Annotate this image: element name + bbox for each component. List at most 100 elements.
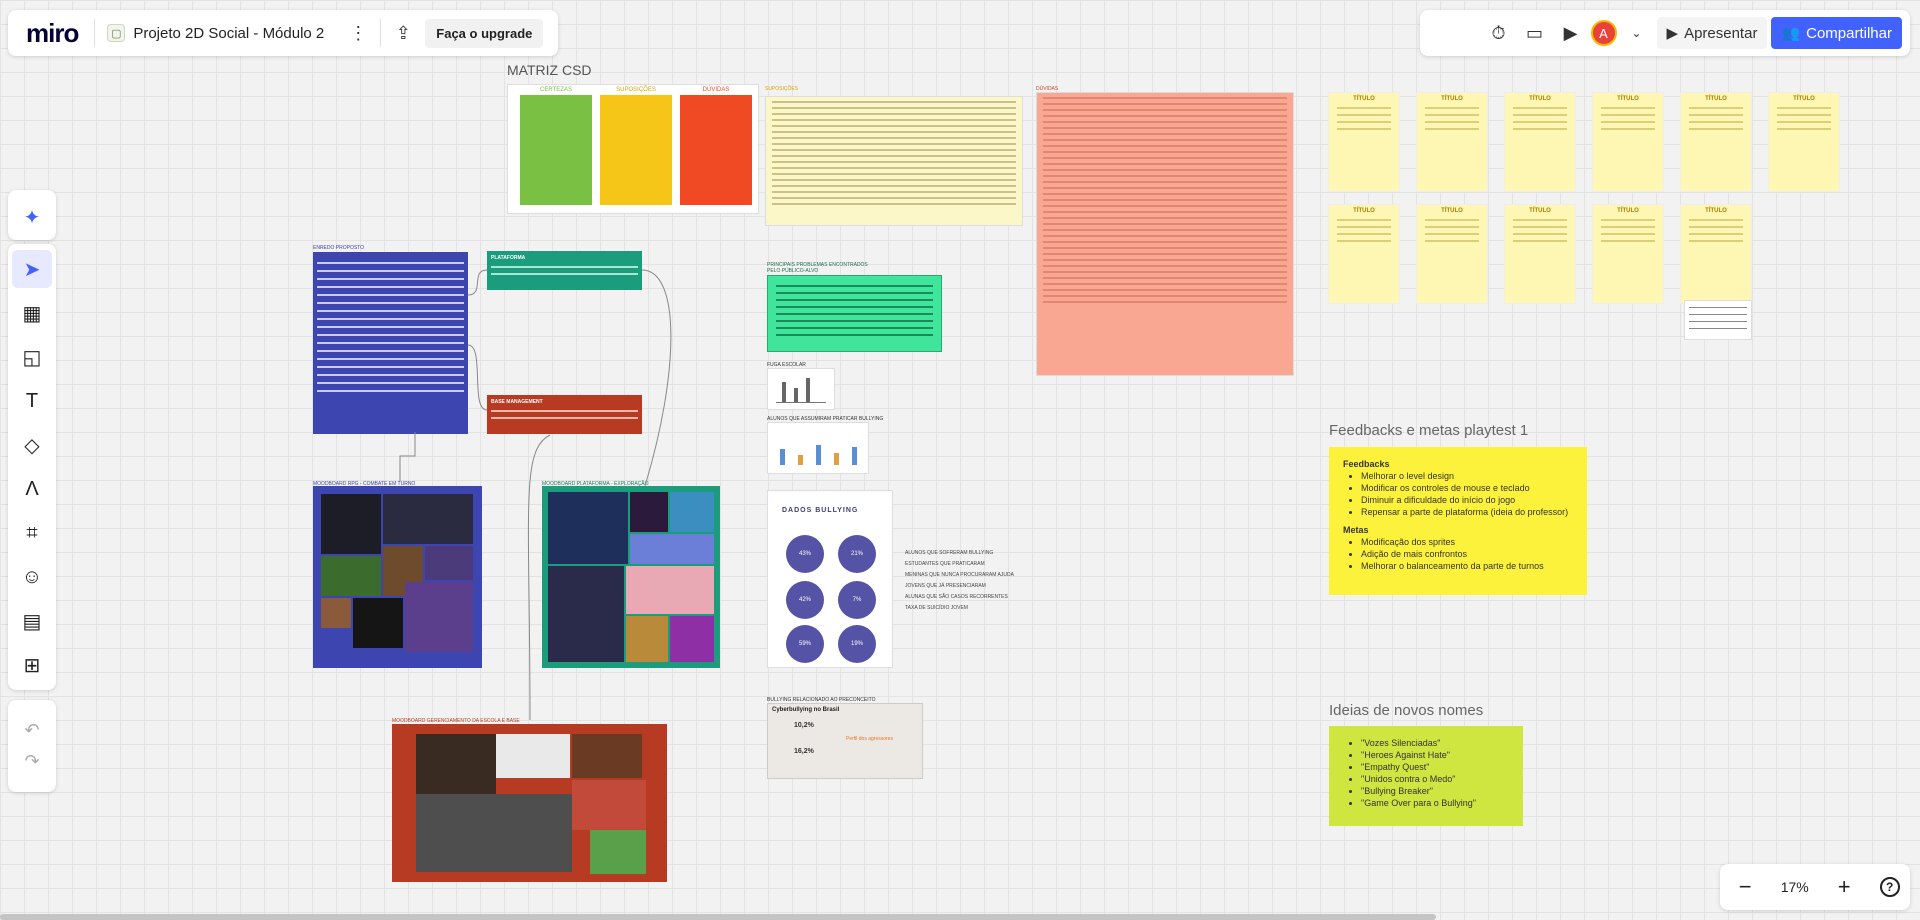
base-moodboard-frame[interactable] bbox=[392, 724, 667, 882]
stickers-icon[interactable]: ☺ bbox=[12, 558, 52, 596]
title-card[interactable]: TÍTULO bbox=[1328, 204, 1400, 304]
cyber-subtitle: Perfil dos agressores bbox=[846, 736, 893, 742]
metas-list: Modificação dos sprites Adição de mais c… bbox=[1361, 537, 1573, 571]
zoom-in-button[interactable]: + bbox=[1829, 874, 1859, 900]
dados-bullying-title: DADOS BULLYING bbox=[782, 507, 859, 514]
ai-sparkle-icon[interactable]: ✦ bbox=[12, 198, 52, 236]
csd-duvidas-column[interactable]: DÚVIDAS bbox=[680, 87, 752, 205]
bullying-legend-item: MENINAS QUE NUNCA PROCURARAM AJUDA bbox=[905, 572, 1014, 578]
title-card-heading: TÍTULO bbox=[1617, 208, 1639, 214]
chevron-down-icon[interactable]: ⌄ bbox=[1621, 17, 1653, 49]
upgrade-button[interactable]: Faça o upgrade bbox=[425, 18, 544, 48]
csd-matrix-frame[interactable]: CERTEZAS SUPOSIÇÕES DÚVIDAS bbox=[507, 84, 759, 214]
cyberbullying-card[interactable]: Cyberbullying no Brasil 10,2% 16,2% Perf… bbox=[767, 703, 923, 779]
pen-icon[interactable]: Λ bbox=[12, 470, 52, 508]
csd-frame-title: MATRIZ CSD bbox=[507, 62, 592, 78]
title-card[interactable]: TÍTULO bbox=[1680, 204, 1752, 304]
title-card-heading: TÍTULO bbox=[1353, 208, 1375, 214]
alunos-bullying-chart[interactable] bbox=[767, 422, 869, 474]
feedback-section-title: Feedbacks e metas playtest 1 bbox=[1329, 422, 1529, 439]
video-camera-icon[interactable]: ▶ bbox=[1555, 17, 1587, 49]
templates-icon[interactable]: ▦ bbox=[12, 294, 52, 332]
presentation-icon[interactable]: ▭ bbox=[1519, 17, 1551, 49]
list-item: Melhorar o level design bbox=[1361, 471, 1573, 481]
zoom-level[interactable]: 17% bbox=[1781, 879, 1809, 895]
reactions-icon[interactable]: ⏱ bbox=[1483, 17, 1515, 49]
metas-heading: Metas bbox=[1343, 525, 1369, 535]
feedback-sticky-note[interactable]: Feedbacks Melhorar o level design Modifi… bbox=[1329, 447, 1587, 595]
title-card-heading: TÍTULO bbox=[1793, 96, 1815, 102]
title-card-heading: TÍTULO bbox=[1441, 208, 1463, 214]
bullying-legend-item: TAXA DE SUICÍDIO JOVEM bbox=[905, 605, 968, 611]
cyber-title: Cyberbullying no Brasil bbox=[772, 707, 840, 713]
title-card[interactable]: TÍTULO bbox=[1592, 204, 1664, 304]
frame-icon[interactable]: ⌗ bbox=[12, 514, 52, 552]
fuga-escolar-chart[interactable] bbox=[767, 368, 835, 410]
shapes-icon[interactable]: ◇ bbox=[12, 426, 52, 464]
left-toolbar: ✦ bbox=[8, 190, 56, 240]
horizontal-scrollbar[interactable] bbox=[0, 914, 1436, 920]
title-card[interactable]: TÍTULO bbox=[1680, 92, 1752, 192]
names-sticky-note[interactable]: "Vozes Silenciadas" "Heroes Against Hate… bbox=[1329, 726, 1523, 826]
bullying-legend-item: ALUNAS QUE SÃO CASOS RECORRENTES bbox=[905, 594, 1008, 600]
miro-logo[interactable]: miro bbox=[16, 18, 88, 49]
small-table-sheet[interactable] bbox=[1684, 300, 1752, 340]
help-icon[interactable]: ? bbox=[1879, 877, 1900, 897]
title-card[interactable]: TÍTULO bbox=[1504, 204, 1576, 304]
dados-bullying-card[interactable]: DADOS BULLYING 43% 21% 42% 7% 59% 19% bbox=[767, 490, 893, 668]
list-item: Modificação dos sprites bbox=[1361, 537, 1573, 547]
title-card[interactable]: TÍTULO bbox=[1592, 92, 1664, 192]
list-item: "Heroes Against Hate" bbox=[1361, 750, 1509, 760]
list-item: Modificar os controles de mouse e teclad… bbox=[1361, 483, 1573, 493]
title-card-heading: TÍTULO bbox=[1441, 96, 1463, 102]
present-button[interactable]: ▶ Apresentar bbox=[1656, 17, 1768, 49]
title-card-heading: TÍTULO bbox=[1529, 96, 1551, 102]
sticky-note-icon[interactable]: ◱ bbox=[12, 338, 52, 376]
text-tool-icon[interactable]: T bbox=[12, 382, 52, 420]
connector-lines[interactable] bbox=[300, 250, 700, 730]
list-item: "Unidos contra o Medo" bbox=[1361, 774, 1509, 784]
board-icon: ▢ bbox=[107, 24, 126, 42]
tools-toolbar: ➤ ▦ ◱ T ◇ Λ ⌗ ☺ ▤ ⊞ bbox=[8, 244, 56, 690]
list-item: "Game Over para o Bullying" bbox=[1361, 798, 1509, 808]
present-label: Apresentar bbox=[1684, 24, 1758, 42]
csd-certezas-column[interactable]: CERTEZAS bbox=[520, 87, 592, 205]
list-item: "Empathy Quest" bbox=[1361, 762, 1509, 772]
undo-icon[interactable]: ↶ bbox=[24, 720, 39, 741]
title-card-heading: TÍTULO bbox=[1529, 208, 1551, 214]
share-button[interactable]: 👥 Compartilhar bbox=[1771, 17, 1902, 49]
csd-suposicoes-column[interactable]: SUPOSIÇÕES bbox=[600, 87, 672, 205]
title-card-heading: TÍTULO bbox=[1705, 208, 1727, 214]
title-card[interactable]: TÍTULO bbox=[1768, 92, 1840, 192]
bullying-stat-3: 42% bbox=[786, 581, 824, 619]
duvidas-document[interactable] bbox=[1036, 92, 1294, 376]
cyber-stat-2: 16,2% bbox=[794, 748, 814, 755]
title-card[interactable]: TÍTULO bbox=[1416, 92, 1488, 192]
top-left-bar: miro ▢ Projeto 2D Social - Módulo 2 ⋮ ⇪ … bbox=[8, 10, 558, 56]
avatar[interactable]: A bbox=[1590, 20, 1617, 46]
undo-redo-box: ↶ ↷ bbox=[8, 700, 56, 792]
list-item: Melhorar o balanceamento da parte de tur… bbox=[1361, 561, 1573, 571]
csd-duvidas-header: DÚVIDAS bbox=[702, 87, 730, 93]
board-title[interactable]: Projeto 2D Social - Módulo 2 bbox=[133, 25, 324, 42]
zoom-out-button[interactable]: − bbox=[1730, 874, 1760, 900]
bullying-legend: ALUNOS QUE SOFRERAM BULLYING ESTUDANTES … bbox=[905, 548, 1014, 614]
title-card[interactable]: TÍTULO bbox=[1504, 92, 1576, 192]
comment-icon[interactable]: ▤ bbox=[12, 602, 52, 640]
suposicoes-document[interactable] bbox=[765, 96, 1023, 226]
problemas-note[interactable] bbox=[767, 275, 942, 352]
divider bbox=[94, 19, 96, 47]
more-options-icon[interactable]: ⋮ bbox=[342, 17, 374, 49]
redo-icon[interactable]: ↷ bbox=[24, 751, 39, 772]
names-list: "Vozes Silenciadas" "Heroes Against Hate… bbox=[1361, 738, 1509, 808]
add-more-icon[interactable]: ⊞ bbox=[12, 646, 52, 684]
title-card[interactable]: TÍTULO bbox=[1416, 204, 1488, 304]
select-cursor-icon[interactable]: ➤ bbox=[12, 250, 52, 288]
title-card-heading: TÍTULO bbox=[1617, 96, 1639, 102]
export-icon[interactable]: ⇪ bbox=[387, 17, 419, 49]
title-card[interactable]: TÍTULO bbox=[1328, 92, 1400, 192]
bullying-legend-item: ESTUDANTES QUE PRATICARAM bbox=[905, 561, 985, 567]
list-item: Diminuir a dificuldade do início do jogo bbox=[1361, 495, 1573, 505]
board-canvas[interactable]: MATRIZ CSD CERTEZAS SUPOSIÇÕES DÚVIDAS S… bbox=[0, 0, 1920, 920]
problemas-label: PRINCIPAIS PROBLEMAS ENCONTRADOS PELO PÚ… bbox=[767, 262, 868, 274]
